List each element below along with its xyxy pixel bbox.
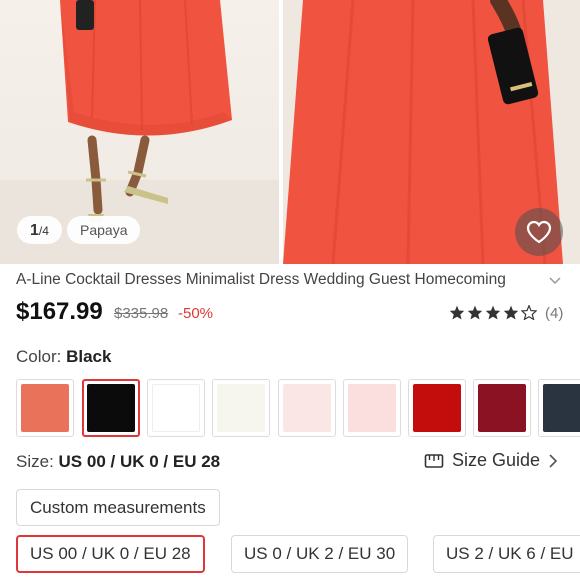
size-label-text: Size: <box>16 452 54 471</box>
product-gallery[interactable]: 1/4 Papaya <box>0 0 580 264</box>
review-count[interactable]: (4) <box>545 305 563 322</box>
rating-stars[interactable] <box>449 305 537 320</box>
swatch-chip <box>283 384 331 432</box>
size-guide-label: Size Guide <box>452 450 541 470</box>
size-option-selected[interactable]: US 00 / UK 0 / EU 28 <box>16 535 205 573</box>
star-icon <box>467 305 483 320</box>
color-label: Color: Black <box>16 347 111 367</box>
color-swatch[interactable] <box>408 379 466 437</box>
size-option[interactable]: US 0 / UK 2 / EU 30 <box>231 535 409 573</box>
image-pager: 1/4 <box>17 216 62 244</box>
swatch-chip <box>152 384 200 432</box>
color-swatch[interactable] <box>147 379 205 437</box>
color-swatch[interactable] <box>278 379 336 437</box>
current-price: $167.99 <box>16 298 103 325</box>
swatch-chip <box>348 384 396 432</box>
star-icon <box>449 305 465 320</box>
swatch-chip <box>478 384 526 432</box>
swatch-chip <box>21 384 69 432</box>
original-price: $335.98 <box>114 305 169 322</box>
swatch-chip <box>87 384 135 432</box>
pager-current: 1 <box>30 222 39 239</box>
star-outline-icon <box>521 305 537 320</box>
chevron-down-icon[interactable] <box>548 276 562 286</box>
color-label-text: Color: <box>16 347 62 366</box>
variant-chip: Papaya <box>67 216 141 244</box>
size-label: Size: US 00 / UK 0 / EU 28 <box>16 452 220 472</box>
favorite-button[interactable] <box>515 208 563 256</box>
color-swatch[interactable] <box>343 379 401 437</box>
size-option[interactable]: US 2 / UK 6 / EU <box>433 535 580 573</box>
discount-badge: -50% <box>178 305 214 322</box>
color-swatch-selected[interactable] <box>82 379 140 437</box>
heart-icon <box>526 220 552 244</box>
size-guide-link[interactable]: Size Guide <box>424 450 558 471</box>
swatch-chip <box>413 384 461 432</box>
color-swatch[interactable] <box>212 379 270 437</box>
color-swatch[interactable] <box>538 379 580 437</box>
custom-measurements-button[interactable]: Custom measurements <box>16 489 220 526</box>
swatch-chip <box>543 384 580 432</box>
star-icon <box>503 305 519 320</box>
color-swatch[interactable] <box>16 379 74 437</box>
color-swatch-list[interactable] <box>16 379 580 437</box>
star-icon <box>485 305 501 320</box>
chevron-right-icon <box>549 453 558 468</box>
selected-color-name: Black <box>66 347 112 366</box>
color-swatch[interactable] <box>473 379 531 437</box>
swatch-chip <box>217 384 265 432</box>
selected-size-name: US 00 / UK 0 / EU 28 <box>58 452 221 471</box>
ruler-icon <box>424 453 444 468</box>
product-title[interactable]: A-Line Cocktail Dresses Minimalist Dress… <box>16 271 536 289</box>
pager-total: /4 <box>38 224 49 238</box>
